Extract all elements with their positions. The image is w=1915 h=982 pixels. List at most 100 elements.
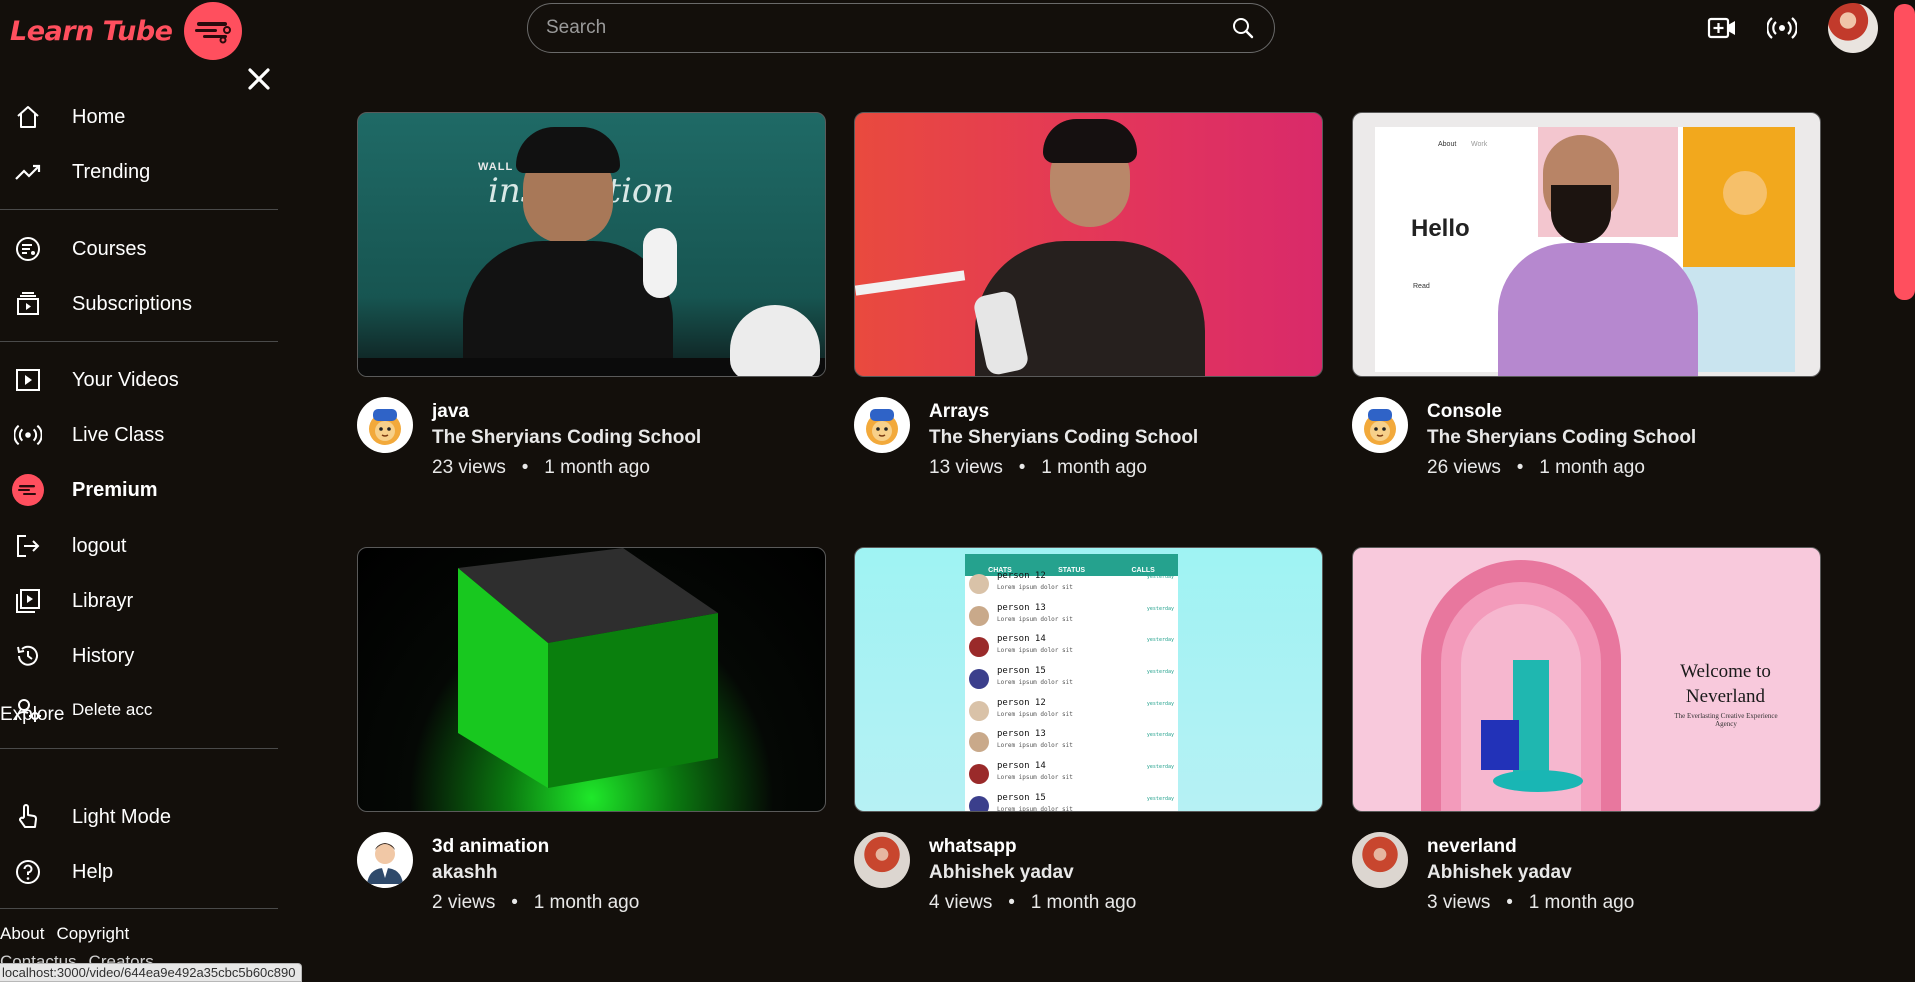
search-bar[interactable]: [527, 3, 1275, 53]
thumb-chat-avatar: [969, 795, 989, 811]
thumb-chat-preview: Lorem ipsum dolor sit: [997, 615, 1073, 623]
video-views: 13 views: [929, 457, 1003, 478]
logout-icon: [14, 532, 42, 560]
thumb-mask: [730, 305, 820, 376]
live-broadcast-icon[interactable]: [1766, 12, 1798, 44]
video-title[interactable]: java: [432, 401, 469, 423]
video-card[interactable]: Arrays The Sheryians Coding School 13 vi…: [854, 112, 1323, 478]
thumb-beard: [1551, 185, 1611, 243]
sidebar-divider: [0, 908, 278, 909]
sidebar-item-label: logout: [72, 534, 127, 557]
thumb-chat-row: person 14 Lorem ipsum dolor sit yesterday: [965, 758, 1178, 790]
video-thumbnail[interactable]: About Work Hello Read: [1352, 112, 1821, 377]
video-thumbnail[interactable]: Welcome to Neverland The Everlasting Cre…: [1352, 547, 1821, 812]
video-thumbnail[interactable]: WALL OF inspiration: [357, 112, 826, 377]
video-channel[interactable]: The Sheryians Coding School: [929, 427, 1198, 449]
sidebar-item-home[interactable]: Home: [0, 94, 278, 140]
sidebar-divider: [0, 748, 278, 749]
sidebar-item-premium[interactable]: Premium: [0, 467, 278, 513]
thumb-chat-time: yesterday: [1146, 605, 1174, 612]
sidebar-item-subscriptions[interactable]: Subscriptions: [0, 281, 278, 327]
thumb-chat-avatar: [969, 637, 989, 658]
video-stats: 3 views • 1 month ago: [1427, 892, 1635, 913]
sidebar-item-help[interactable]: Help: [0, 849, 278, 895]
sidebar-item-label: Delete acc: [72, 700, 153, 719]
video-thumbnail[interactable]: [357, 547, 826, 812]
video-title[interactable]: 3d animation: [432, 836, 549, 858]
home-icon: [14, 103, 42, 131]
sidebar-divider: [0, 341, 278, 342]
video-title[interactable]: whatsapp: [929, 836, 1017, 858]
thumb-chat-name: person 12: [997, 571, 1046, 581]
pointer-hand-icon: [14, 803, 42, 831]
sidebar-item-label: Your Videos: [72, 368, 179, 391]
video-card[interactable]: WALL OF inspiration java The Sheryians C…: [357, 112, 826, 478]
video-thumbnail[interactable]: CHATS STATUS CALLS person 12 Lorem ipsum …: [854, 547, 1323, 812]
footer-link-about[interactable]: About: [0, 924, 44, 944]
help-icon: [14, 858, 42, 886]
sidebar-item-label: History: [72, 644, 135, 667]
video-thumbnail[interactable]: [854, 112, 1323, 377]
sidebar-item-your-videos[interactable]: Your Videos: [0, 357, 278, 403]
video-card[interactable]: Welcome to Neverland The Everlasting Cre…: [1352, 547, 1821, 913]
premium-logo-icon: [12, 474, 44, 506]
thumb-chat-avatar: [969, 669, 989, 690]
video-meta: 3d animation akashh 2 views • 1 month ag…: [357, 812, 826, 913]
thumb-chat-preview: Lorem ipsum dolor sit: [997, 710, 1073, 718]
sidebar-item-trending[interactable]: Trending: [0, 149, 278, 195]
video-views: 4 views: [929, 892, 993, 913]
video-channel[interactable]: akashh: [432, 862, 497, 884]
video-add-icon[interactable]: [1706, 12, 1738, 44]
trending-icon: [14, 158, 42, 186]
video-stats: 23 views • 1 month ago: [432, 457, 650, 478]
play-icon: [14, 366, 42, 394]
sidebar-item-label: Librayr: [72, 589, 134, 612]
subscriptions-icon: [14, 290, 42, 318]
sidebar-item-label: Live Class: [72, 423, 165, 446]
app-logo[interactable]: Learn Tube: [10, 2, 243, 60]
video-age: 1 month ago: [544, 457, 650, 478]
video-card[interactable]: 3d animation akashh 2 views • 1 month ag…: [357, 547, 826, 913]
sidebar-item-history[interactable]: History: [0, 633, 278, 679]
thumb-chat-name: person 14: [997, 634, 1046, 645]
browser-status-url: localhost:3000/video/644ea9e492a35cbc5b6…: [0, 963, 303, 982]
channel-avatar[interactable]: [357, 397, 413, 453]
search-icon[interactable]: [1228, 13, 1258, 43]
thumb-chat-time: yesterday: [1146, 795, 1174, 802]
thumb-chat-time: yesterday: [1146, 764, 1174, 771]
video-meta: neverland Abhishek yadav 3 views • 1 mon…: [1352, 812, 1821, 913]
video-channel[interactable]: The Sheryians Coding School: [1427, 427, 1696, 449]
sidebar-item-courses[interactable]: Courses: [0, 226, 278, 272]
thumb-chat-row: person 13 Lorem ipsum dolor sit yesterday: [965, 726, 1178, 758]
video-title[interactable]: Console: [1427, 401, 1502, 423]
footer-link-copyright[interactable]: Copyright: [56, 924, 129, 944]
channel-avatar[interactable]: [854, 397, 910, 453]
video-channel[interactable]: The Sheryians Coding School: [432, 427, 701, 449]
explore-heading: Explore: [0, 704, 65, 725]
sidebar-item-label: Courses: [72, 237, 147, 260]
video-meta: Arrays The Sheryians Coding School 13 vi…: [854, 377, 1323, 478]
sidebar-item-live-class[interactable]: Live Class: [0, 412, 278, 458]
video-card[interactable]: CHATS STATUS CALLS person 12 Lorem ipsum …: [854, 547, 1323, 913]
video-channel[interactable]: Abhishek yadav: [929, 862, 1074, 884]
video-title[interactable]: neverland: [1427, 836, 1517, 858]
sidebar-item-logout[interactable]: logout: [0, 523, 278, 569]
thumb-chat-row: person 15 Lorem ipsum dolor sit yesterday: [965, 663, 1178, 695]
sidebar-item-library[interactable]: Librayr: [0, 578, 278, 624]
thumb-chat-row: person 15 Lorem ipsum dolor sit yesterday: [965, 790, 1178, 811]
video-stats: 13 views • 1 month ago: [929, 457, 1147, 478]
close-icon[interactable]: [244, 64, 274, 94]
video-card[interactable]: About Work Hello Read Console The Sheryi…: [1352, 112, 1821, 478]
video-title[interactable]: Arrays: [929, 401, 989, 423]
user-avatar[interactable]: [1828, 3, 1878, 53]
video-channel[interactable]: Abhishek yadav: [1427, 862, 1572, 884]
scrollbar-thumb[interactable]: [1894, 4, 1915, 300]
channel-avatar[interactable]: [1352, 397, 1408, 453]
sidebar-item-light-mode[interactable]: Light Mode: [0, 794, 278, 840]
channel-avatar[interactable]: [357, 832, 413, 888]
channel-avatar[interactable]: [854, 832, 910, 888]
thumb-chat-name: person 15: [997, 666, 1046, 677]
channel-avatar[interactable]: [1352, 832, 1408, 888]
search-input[interactable]: [546, 17, 1228, 39]
video-views: 26 views: [1427, 457, 1501, 478]
